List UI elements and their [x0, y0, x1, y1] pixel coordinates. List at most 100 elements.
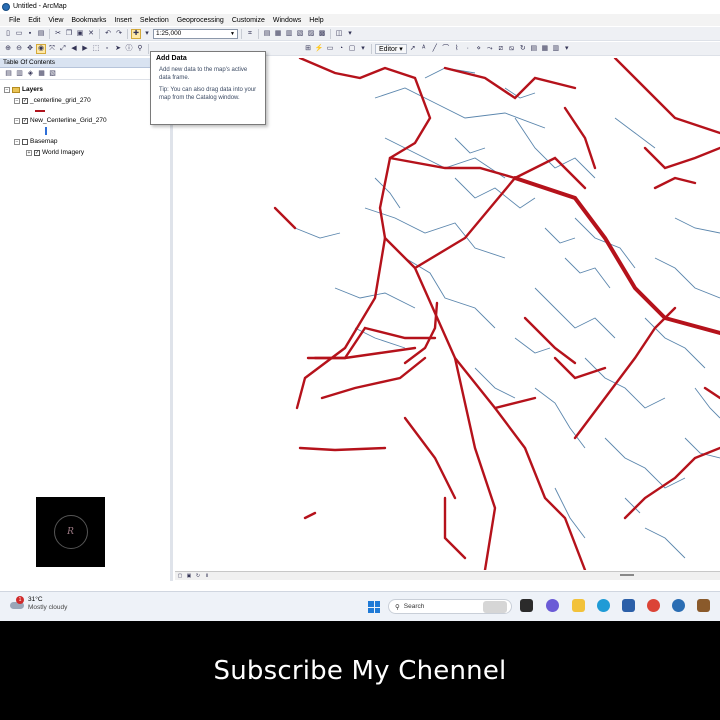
toc-basemap-group[interactable]: − Basemap [14, 138, 57, 145]
hyperlink-icon[interactable]: ⚡ [314, 44, 324, 54]
delete-icon[interactable]: ✕ [86, 29, 96, 39]
new-map-icon[interactable]: ▯ [3, 29, 13, 39]
time-slider-icon[interactable]: ◔ [336, 44, 346, 54]
layer-visibility-checkbox[interactable]: ✓ [22, 97, 28, 104]
paste-icon[interactable]: ▣ [75, 29, 85, 39]
store-icon[interactable] [622, 599, 635, 612]
weather-widget[interactable]: 1 31°C Mostly cloudy [10, 596, 67, 612]
chrome-icon[interactable] [647, 599, 660, 612]
menu-insert[interactable]: Insert [110, 17, 136, 24]
select-features-icon[interactable]: ⬚ [91, 44, 101, 54]
forward-icon[interactable]: ▶ [80, 44, 90, 54]
reshape-icon[interactable]: ⤳ [485, 44, 495, 54]
menu-file[interactable]: File [5, 17, 24, 24]
cut-polygons-icon[interactable]: ⧄ [496, 44, 506, 54]
arcmap-taskbar-icon[interactable] [672, 599, 685, 612]
edge-browser-icon[interactable] [597, 599, 610, 612]
toc-layer-new-centerline[interactable]: − ✓ New_Centerline_Grid_270 [14, 117, 107, 124]
expand-icon[interactable]: + [26, 149, 32, 156]
map-display[interactable] [175, 58, 720, 570]
measure-icon[interactable]: ⊞ [303, 44, 313, 54]
task-view-icon[interactable] [520, 599, 533, 612]
save-icon[interactable]: ▪ [25, 29, 35, 39]
split-icon[interactable]: ⧅ [507, 44, 517, 54]
model-builder-icon[interactable]: ▩ [317, 29, 327, 39]
toolbar-options-icon[interactable]: ▾ [345, 29, 355, 39]
taskbar-search[interactable]: ⚲ Search [388, 599, 512, 614]
edit-vertices-icon[interactable]: ⋄ [474, 44, 484, 54]
full-extent-icon[interactable]: ◉ [36, 43, 46, 54]
menu-geoprocessing[interactable]: Geoprocessing [173, 17, 228, 24]
find-icon[interactable]: ⚲ [135, 44, 145, 54]
zoom-out-icon[interactable]: ⊖ [14, 44, 24, 54]
edit-annotation-icon[interactable]: ᴬ [419, 44, 429, 54]
cut-icon[interactable]: ✂ [53, 29, 63, 39]
arctoolbox-icon[interactable]: ▧ [295, 29, 305, 39]
editor-toolbar-icon[interactable]: ⌗ [245, 29, 255, 39]
create-features-icon[interactable]: ▥ [551, 44, 561, 54]
collapse-icon[interactable]: − [14, 138, 20, 145]
pan-icon[interactable]: ✥ [25, 44, 35, 54]
layout-view-icon[interactable]: ▣ [186, 573, 192, 579]
menu-edit[interactable]: Edit [24, 17, 44, 24]
refresh-icon[interactable]: ↻ [195, 573, 201, 579]
collapse-icon[interactable]: − [14, 97, 20, 104]
point-icon[interactable]: · [463, 44, 473, 54]
table-of-contents-icon[interactable]: ▤ [262, 29, 272, 39]
straight-segment-icon[interactable]: ╱ [430, 44, 440, 54]
layer-visibility-checkbox[interactable] [22, 138, 28, 145]
list-by-selection-icon[interactable]: ▦ [37, 69, 46, 78]
layer-visibility-checkbox[interactable]: ✓ [22, 117, 28, 124]
add-data-button[interactable]: ✚ [131, 28, 141, 39]
attributes-icon[interactable]: ▤ [529, 44, 539, 54]
copy-icon[interactable]: ❐ [64, 29, 74, 39]
start-button[interactable] [368, 601, 380, 613]
toolbar-options-icon[interactable]: ▾ [358, 44, 368, 54]
menu-view[interactable]: View [44, 17, 67, 24]
menu-help[interactable]: Help [305, 17, 327, 24]
toc-splitter[interactable] [170, 58, 173, 581]
fixed-zoom-out-icon[interactable]: ⤢ [58, 44, 68, 54]
menu-selection[interactable]: Selection [136, 17, 173, 24]
editor-menu-button[interactable]: Editor ▾ [375, 43, 407, 54]
collapse-icon[interactable]: − [14, 117, 20, 124]
toc-layer-centerline[interactable]: − ✓ _centerline_grid_270 [14, 97, 91, 104]
layer-visibility-checkbox[interactable]: ✓ [34, 149, 40, 156]
menu-customize[interactable]: Customize [228, 17, 269, 24]
toc-options-icon[interactable]: ▧ [48, 69, 57, 78]
list-by-visibility-icon[interactable]: ◈ [26, 69, 35, 78]
back-icon[interactable]: ◀ [69, 44, 79, 54]
collapse-icon[interactable]: − [4, 86, 10, 93]
map-scroll-indicator[interactable] [620, 574, 634, 576]
menu-windows[interactable]: Windows [269, 17, 305, 24]
file-explorer-icon[interactable] [572, 599, 585, 612]
zoom-in-icon[interactable]: ⊕ [3, 44, 13, 54]
python-icon[interactable]: ▨ [306, 29, 316, 39]
menu-bookmarks[interactable]: Bookmarks [67, 17, 110, 24]
list-by-drawing-order-icon[interactable]: ▤ [4, 69, 13, 78]
trace-icon[interactable]: ⌇ [452, 44, 462, 54]
select-elements-icon[interactable]: ➤ [113, 44, 123, 54]
data-view-icon[interactable]: ▢ [177, 573, 183, 579]
catalog-icon[interactable]: ▦ [273, 29, 283, 39]
toc-layer-world-imagery[interactable]: + ✓ World Imagery [26, 149, 84, 156]
toc-layers-group[interactable]: − Layers [4, 86, 43, 93]
fixed-zoom-in-icon[interactable]: ⤧ [47, 44, 57, 54]
search-window-icon[interactable]: ▥ [284, 29, 294, 39]
chat-icon[interactable] [546, 599, 559, 612]
map-scale-combo[interactable]: 1:25,000 ▼ [153, 28, 238, 39]
open-icon[interactable]: ▭ [14, 29, 24, 39]
sketch-properties-icon[interactable]: ▦ [540, 44, 550, 54]
undo-icon[interactable]: ↶ [103, 29, 113, 39]
identify-icon[interactable]: ⓘ [124, 44, 134, 54]
clear-selection-icon[interactable]: ▫ [102, 44, 112, 54]
arcpad-icon[interactable]: ◫ [334, 29, 344, 39]
app-taskbar-icon[interactable] [697, 599, 710, 612]
pause-drawing-icon[interactable]: Ⅱ [204, 573, 210, 579]
toolbar-options-icon[interactable]: ▾ [562, 44, 572, 54]
html-popup-icon[interactable]: ▭ [325, 44, 335, 54]
redo-icon[interactable]: ↷ [114, 29, 124, 39]
end-point-arc-icon[interactable]: ⌒ [441, 44, 451, 54]
add-data-dropdown-icon[interactable]: ▾ [142, 29, 152, 39]
print-icon[interactable]: ▤ [36, 29, 46, 39]
